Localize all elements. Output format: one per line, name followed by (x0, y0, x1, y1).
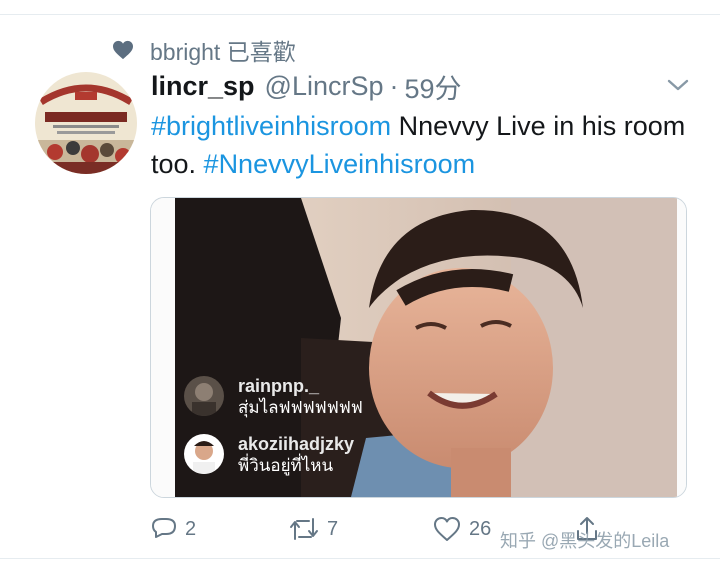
reply-count: 2 (185, 517, 197, 540)
user-handle[interactable]: @LincrSp (265, 71, 384, 102)
comment-message: สุ่มไลฟฟฟฟฟฟฟ (238, 398, 363, 417)
display-name[interactable]: lincr_sp (151, 71, 255, 102)
hashtag-link[interactable]: #NnevvyLiveinhisroom (204, 149, 476, 179)
like-count: 26 (469, 517, 492, 540)
live-comment: akoziihadjzky พี่วินอยู่ที่ไหน (184, 434, 354, 478)
media-card[interactable]: rainpnp._ สุ่มไลฟฟฟฟฟฟฟ akoziihadjzky พี… (150, 197, 687, 498)
tweet-header: lincr_sp @LincrSp · 59分 (151, 66, 462, 106)
live-comment: rainpnp._ สุ่มไลฟฟฟฟฟฟฟ (184, 376, 363, 420)
retweet-icon (290, 518, 318, 540)
reply-button[interactable]: 2 (150, 511, 196, 547)
like-icon (434, 517, 460, 541)
chevron-down-icon[interactable] (666, 76, 690, 94)
tweet-text: #brightliveinhisroom Nnevvy Live in his … (151, 107, 691, 183)
retweet-count: 7 (327, 517, 339, 540)
avatar[interactable] (35, 72, 137, 174)
reply-icon (152, 518, 176, 538)
retweet-button[interactable]: 7 (288, 511, 338, 547)
commenter-username: rainpnp._ (238, 376, 320, 396)
watermark: 知乎 @黑头发的Leila (500, 531, 670, 551)
separator-dot: · (389, 70, 399, 101)
liked-by-text[interactable]: bbright 已喜歡 (150, 33, 296, 67)
commenter-avatar (184, 434, 224, 474)
social-context: bbright 已喜歡 (112, 34, 296, 66)
bottom-divider (0, 558, 720, 559)
like-button[interactable]: 26 (432, 511, 491, 547)
avatar-book-cover-image (35, 72, 137, 174)
heart-icon (113, 40, 133, 60)
timestamp[interactable]: 59分 (405, 67, 462, 106)
hashtag-link[interactable]: #brightliveinhisroom (151, 111, 391, 141)
commenter-avatar (184, 376, 224, 416)
comment-message: พี่วินอยู่ที่ไหน (238, 456, 334, 475)
top-divider (0, 14, 720, 15)
commenter-username: akoziihadjzky (238, 434, 355, 454)
